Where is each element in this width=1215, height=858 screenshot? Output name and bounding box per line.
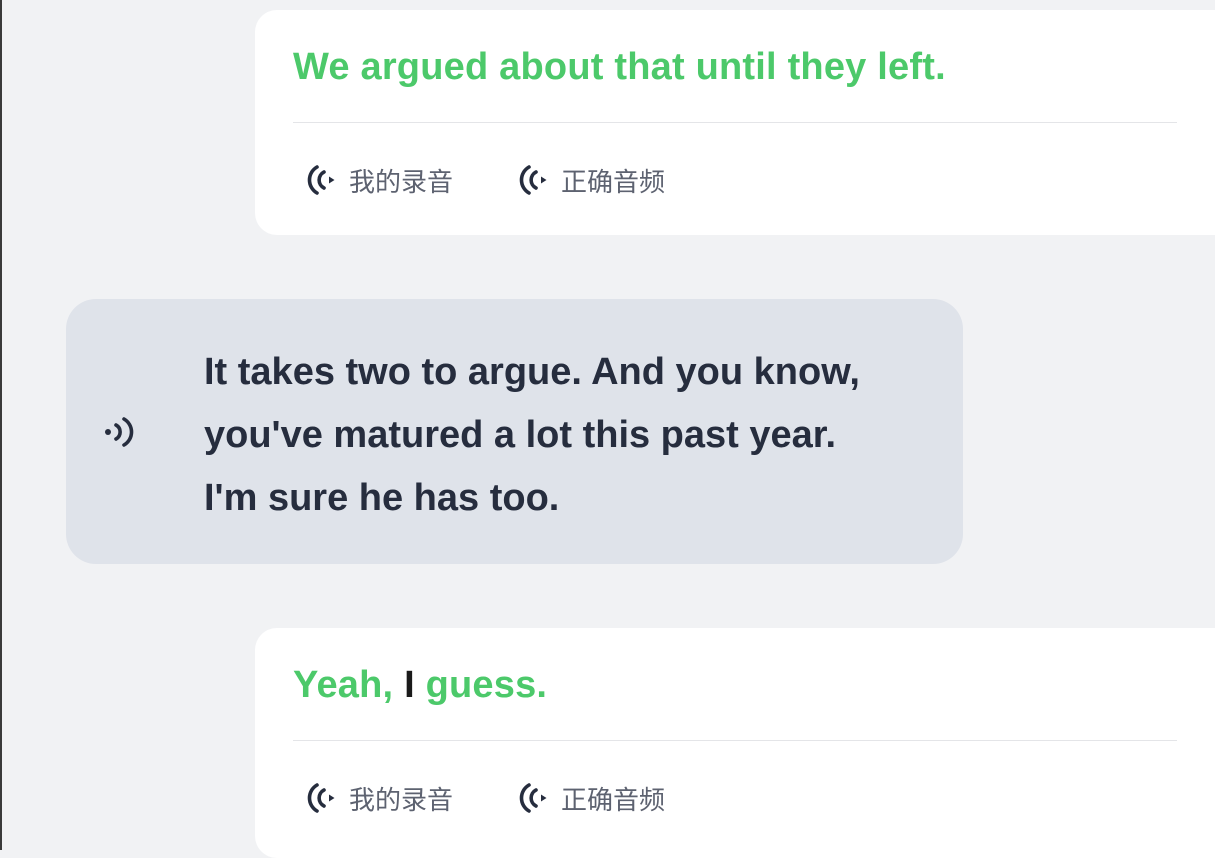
sentence-word: Yeah,	[293, 664, 394, 706]
play-audio-button[interactable]	[102, 412, 142, 452]
message-line: It takes two to argue. And you know,	[204, 351, 860, 393]
sentence-word: until	[695, 46, 777, 88]
sentence-word: they	[787, 46, 867, 88]
correct-audio-button[interactable]: 正确音频	[515, 160, 665, 200]
audio-actions: 我的录音 正确音频	[303, 778, 727, 818]
radio-wave-icon	[303, 160, 343, 200]
radio-wave-icon	[303, 778, 343, 818]
sentence-word: We	[293, 46, 350, 88]
my-recording-button[interactable]: 我的录音	[303, 778, 453, 818]
user-message-card: Yeah, I guess. 我的录音 正确音频	[255, 628, 1215, 858]
message-line: you've matured a lot this past year.	[204, 414, 837, 456]
radio-wave-icon	[515, 160, 555, 200]
sentence-word: left.	[877, 46, 946, 88]
sentence-word: guess.	[425, 664, 548, 706]
correct-audio-label: 正确音频	[561, 167, 666, 198]
card-divider	[293, 122, 1177, 123]
correct-audio-button[interactable]: 正确音频	[515, 778, 665, 818]
sentence-word-mispronounced: I	[404, 664, 415, 706]
my-recording-label: 我的录音	[349, 785, 454, 816]
window-edge	[0, 0, 2, 850]
sentence-word: about	[499, 46, 604, 88]
my-recording-button[interactable]: 我的录音	[303, 160, 453, 200]
user-sentence: Yeah, I guess.	[293, 664, 547, 707]
sentence-word: argued	[360, 46, 489, 88]
card-divider	[293, 740, 1177, 741]
audio-actions: 我的录音 正确音频	[303, 160, 727, 200]
message-line: I'm sure he has too.	[204, 477, 560, 519]
partner-message-text: It takes two to argue. And you know, you…	[204, 341, 944, 530]
speaker-icon	[102, 412, 142, 452]
user-sentence: We argued about that until they left.	[293, 46, 946, 89]
radio-wave-icon	[515, 778, 555, 818]
correct-audio-label: 正确音频	[561, 785, 666, 816]
my-recording-label: 我的录音	[349, 167, 454, 198]
sentence-word: that	[614, 46, 685, 88]
partner-message-bubble: It takes two to argue. And you know, you…	[66, 299, 963, 564]
user-message-card: We argued about that until they left. 我的…	[255, 10, 1215, 235]
